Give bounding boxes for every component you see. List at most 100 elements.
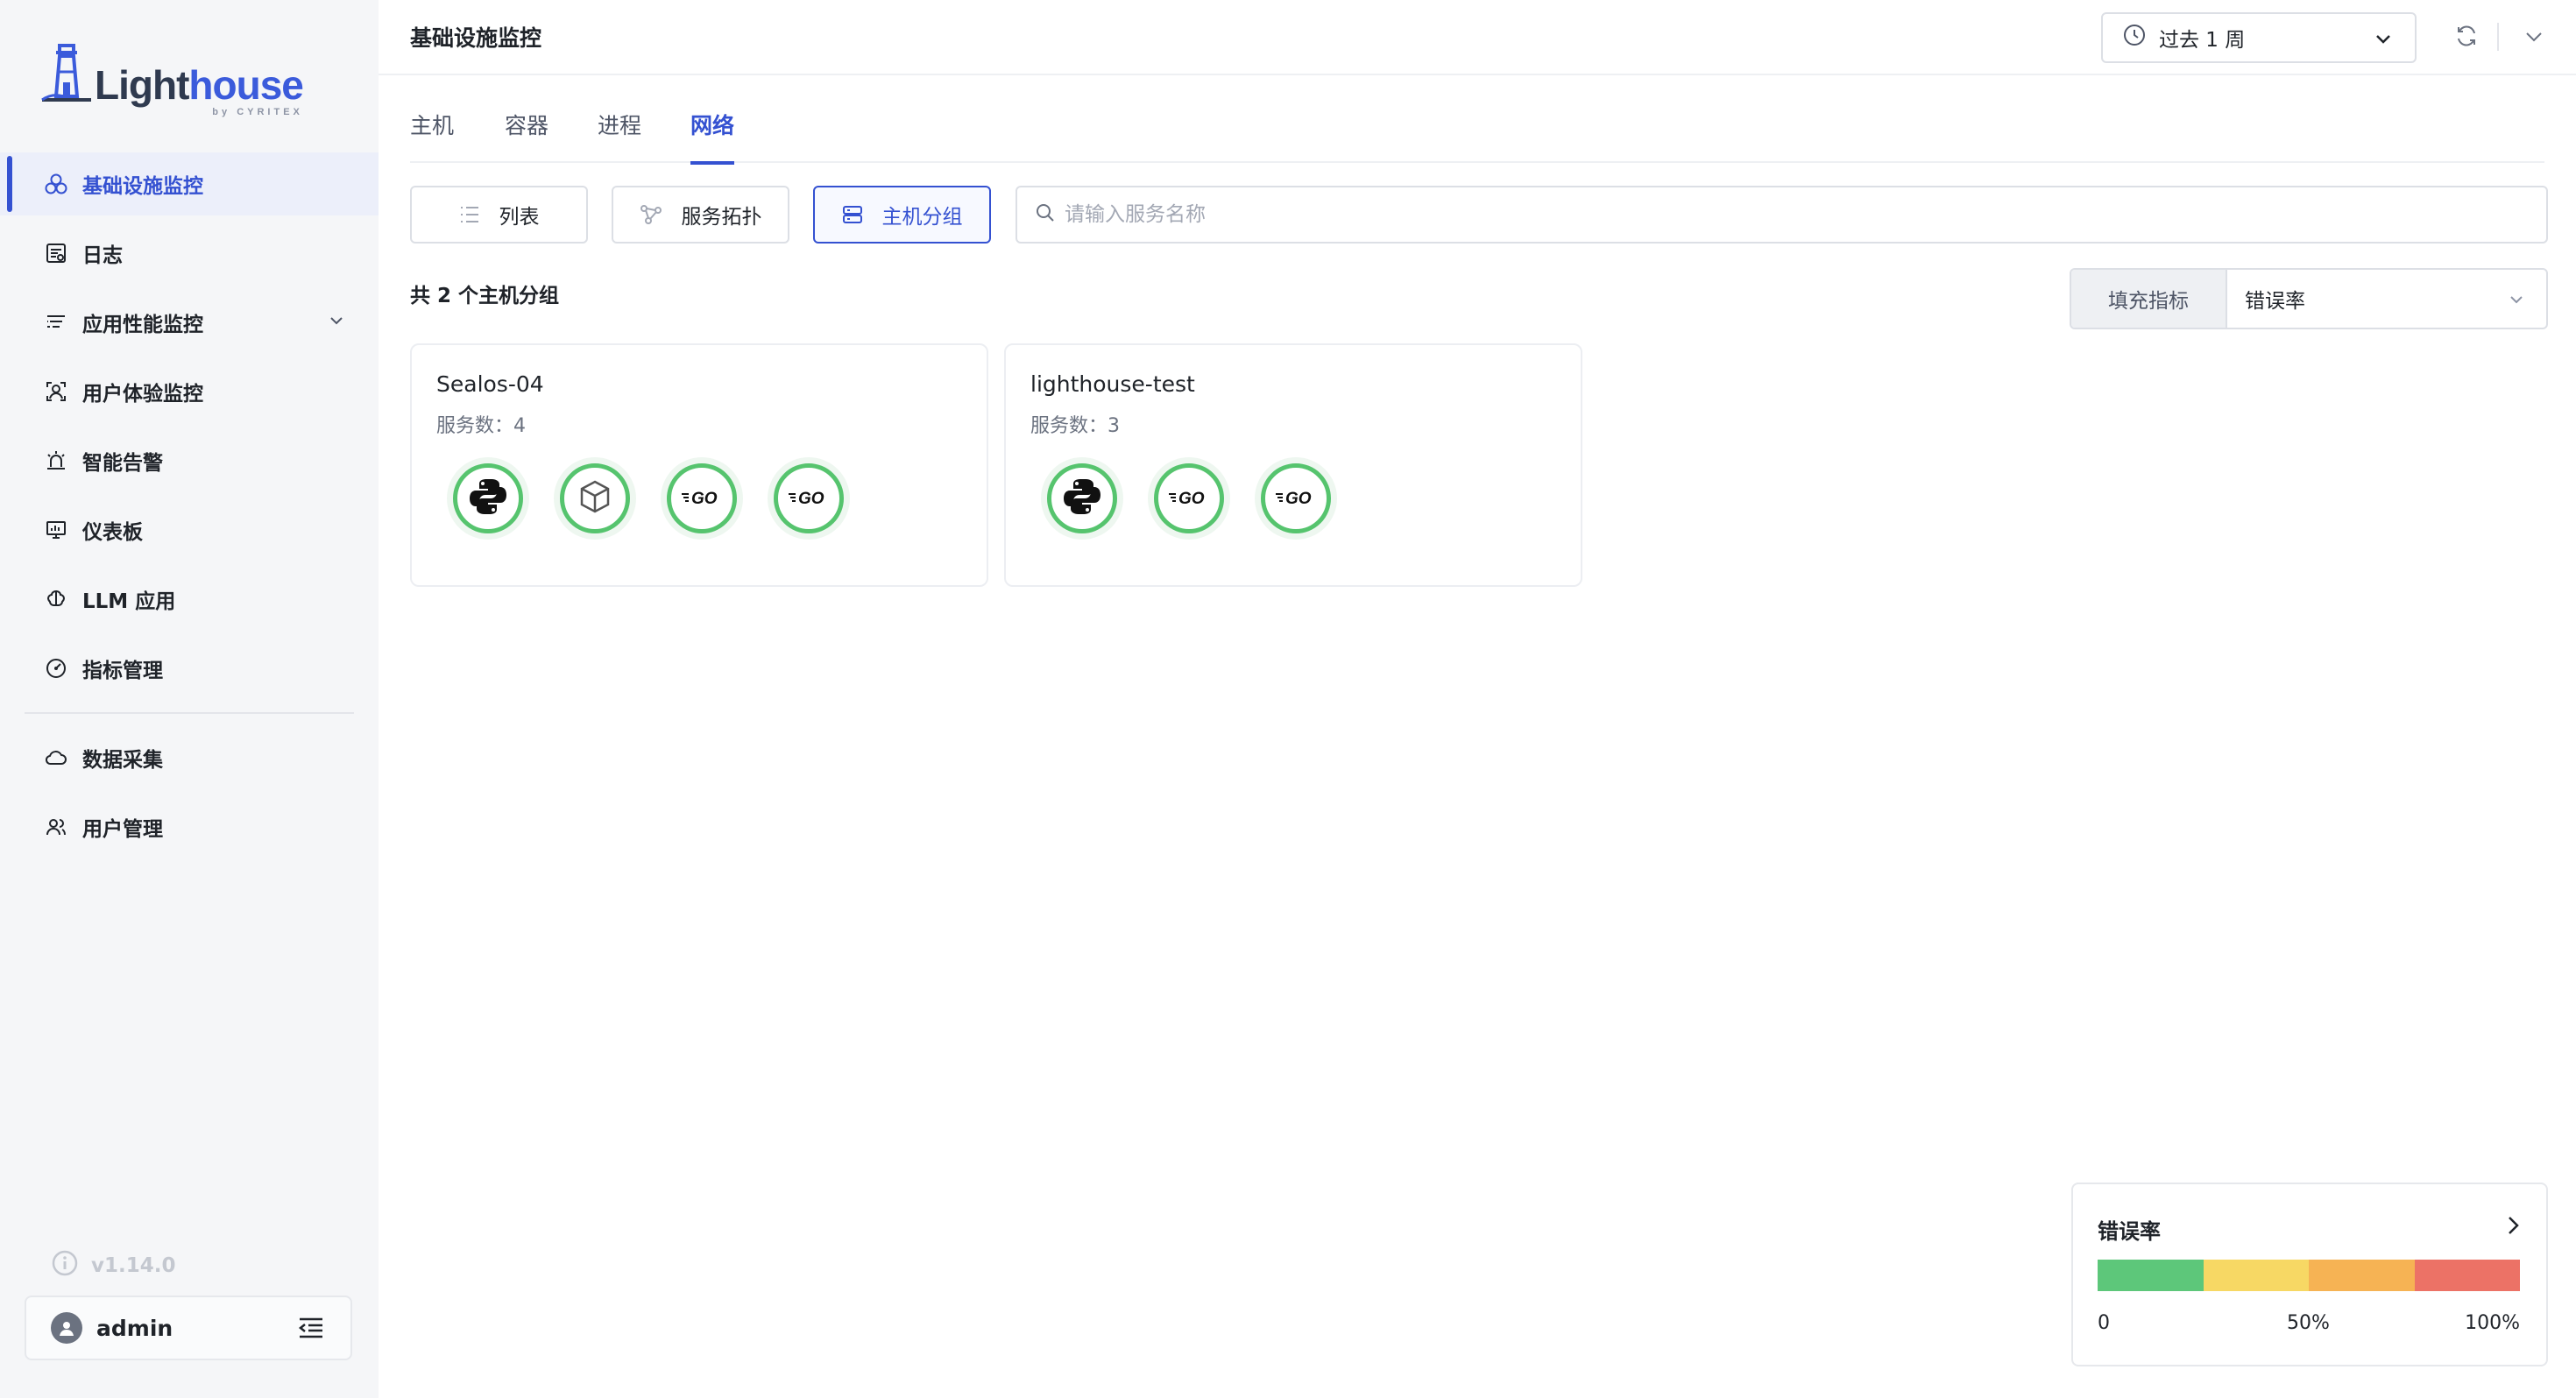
legend-segment bbox=[2203, 1260, 2309, 1291]
legend-segment bbox=[2414, 1260, 2520, 1291]
python-icon bbox=[1061, 476, 1103, 521]
chevron-down-icon[interactable] bbox=[328, 312, 345, 335]
go-icon: GO bbox=[680, 486, 724, 511]
log-icon bbox=[44, 241, 68, 265]
time-range-value: 过去 1 周 bbox=[2159, 29, 2246, 52]
sidebar-item-label: 仪表板 bbox=[82, 521, 143, 544]
host-group-view-button[interactable]: 主机分组 bbox=[813, 186, 991, 244]
llm-brain-icon bbox=[44, 587, 68, 611]
app-root: Lighthouse by CYRITEX 基础设施监控 日志 应用性能监控 用… bbox=[0, 0, 2576, 1398]
collapse-sidebar-icon[interactable] bbox=[298, 1317, 324, 1343]
service-search[interactable] bbox=[1016, 186, 2548, 244]
legend-tick-max: 100% bbox=[2465, 1312, 2520, 1334]
sidebar-item-infrastructure[interactable]: 基础设施监控 bbox=[0, 152, 379, 215]
legend-tick-mid: 50% bbox=[2287, 1312, 2330, 1334]
topology-view-label: 服务拓扑 bbox=[681, 206, 762, 229]
app-version: v1.14.0 bbox=[51, 1249, 175, 1282]
sidebar-item-data-collection[interactable]: 数据采集 bbox=[0, 726, 379, 789]
host-group-name: lighthouse-test bbox=[1030, 371, 1195, 397]
topbar: 基础设施监控 过去 1 周 bbox=[379, 0, 2576, 75]
host-group-name: Sealos-04 bbox=[436, 371, 544, 397]
sidebar-nav: 基础设施监控 日志 应用性能监控 用户体验监控 智能告警 仪表板 LLM 应用 … bbox=[0, 152, 379, 865]
sidebar-item-label: 数据采集 bbox=[82, 749, 163, 772]
sidebar-item-label: LLM 应用 bbox=[82, 590, 176, 613]
search-icon bbox=[1035, 202, 1056, 227]
service-node[interactable] bbox=[1041, 457, 1123, 540]
legend-ticks: 0 50% 100% bbox=[2098, 1312, 2520, 1338]
info-icon bbox=[51, 1249, 79, 1282]
service-node[interactable] bbox=[447, 457, 529, 540]
error-rate-legend: 错误率 0 50% 100% bbox=[2071, 1183, 2548, 1366]
alarm-icon bbox=[44, 448, 68, 473]
avatar bbox=[51, 1312, 82, 1344]
sidebar-item-label: 应用性能监控 bbox=[82, 314, 203, 336]
metrics-gauge-icon bbox=[44, 656, 68, 681]
clock-icon bbox=[2122, 23, 2147, 53]
legend-color-scale bbox=[2098, 1260, 2520, 1291]
go-icon: GO bbox=[1167, 486, 1211, 511]
service-count: 服务数：4 bbox=[436, 415, 526, 437]
nav-divider bbox=[25, 712, 354, 714]
service-node[interactable]: GO bbox=[1148, 457, 1230, 540]
lighthouse-logo[interactable]: Lighthouse by CYRITEX bbox=[39, 35, 304, 117]
toolbar-divider bbox=[2497, 23, 2499, 51]
tab-network[interactable]: 网络 bbox=[690, 109, 735, 165]
data-collection-icon bbox=[44, 745, 68, 770]
fill-metric-value: 错误率 bbox=[2245, 290, 2305, 313]
fill-metric-control: 填充指标 错误率 bbox=[2070, 268, 2548, 329]
chevron-down-icon[interactable] bbox=[2522, 25, 2546, 53]
logo-text-accent: house bbox=[188, 62, 303, 108]
service-node[interactable]: GO bbox=[1255, 457, 1337, 540]
sidebar-item-logs[interactable]: 日志 bbox=[0, 222, 379, 285]
sidebar-item-label: 用户体验监控 bbox=[82, 383, 203, 406]
tab-containers[interactable]: 容器 bbox=[505, 109, 548, 161]
user-menu[interactable]: admin bbox=[25, 1296, 352, 1360]
page-title: 基础设施监控 bbox=[410, 25, 542, 51]
go-icon: GO bbox=[787, 486, 831, 511]
sidebar-item-alerts[interactable]: 智能告警 bbox=[0, 429, 379, 492]
go-icon: GO bbox=[1274, 486, 1318, 511]
sidebar-item-label: 智能告警 bbox=[82, 452, 163, 475]
sidebar-item-dashboard[interactable]: 仪表板 bbox=[0, 498, 379, 561]
package-box-icon bbox=[577, 478, 613, 519]
sidebar-item-label: 指标管理 bbox=[82, 660, 163, 682]
host-group-card[interactable]: Sealos-04 服务数：4 GO GO bbox=[410, 343, 988, 587]
sidebar-item-metrics[interactable]: 指标管理 bbox=[0, 637, 379, 700]
host-group-view-label: 主机分组 bbox=[881, 206, 963, 229]
svg-text:GO: GO bbox=[798, 490, 824, 507]
refresh-icon[interactable] bbox=[2453, 23, 2480, 53]
lighthouse-logo-icon bbox=[41, 44, 91, 102]
sidebar-item-label: 用户管理 bbox=[82, 818, 163, 841]
svg-text:GO: GO bbox=[1178, 490, 1205, 507]
dashboard-icon bbox=[44, 518, 68, 542]
chevron-down-icon bbox=[2508, 291, 2525, 314]
sidebar-item-label: 日志 bbox=[82, 244, 123, 267]
sidebar-item-user-management[interactable]: 用户管理 bbox=[0, 795, 379, 858]
search-input[interactable] bbox=[1065, 203, 2466, 226]
server-group-icon bbox=[842, 204, 863, 225]
user-name: admin bbox=[96, 1315, 173, 1341]
chevron-right-icon[interactable] bbox=[2502, 1214, 2523, 1240]
sidebar-item-llm[interactable]: LLM 应用 bbox=[0, 568, 379, 631]
chevron-down-icon bbox=[2373, 28, 2394, 54]
tab-bar: 主机 容器 进程 网络 bbox=[410, 88, 2544, 165]
host-group-card[interactable]: lighthouse-test 服务数：3 GO GO bbox=[1004, 343, 1582, 587]
sidebar: Lighthouse by CYRITEX 基础设施监控 日志 应用性能监控 用… bbox=[0, 0, 379, 1398]
logo-text-main: Light bbox=[95, 62, 189, 108]
service-node[interactable] bbox=[554, 457, 636, 540]
service-node[interactable]: GO bbox=[768, 457, 850, 540]
list-view-button[interactable]: 列表 bbox=[410, 186, 588, 244]
group-count: 共 2 个主机分组 bbox=[410, 285, 560, 307]
fill-metric-select[interactable]: 错误率 bbox=[2227, 270, 2546, 328]
service-node[interactable]: GO bbox=[661, 457, 743, 540]
sidebar-item-apm[interactable]: 应用性能监控 bbox=[0, 291, 379, 354]
tab-hosts[interactable]: 主机 bbox=[410, 109, 454, 161]
tab-processes[interactable]: 进程 bbox=[598, 109, 641, 161]
legend-segment bbox=[2098, 1260, 2204, 1291]
legend-title: 错误率 bbox=[2098, 1219, 2161, 1244]
sidebar-item-user-experience[interactable]: 用户体验监控 bbox=[0, 360, 379, 423]
topology-view-button[interactable]: 服务拓扑 bbox=[612, 186, 789, 244]
infrastructure-icon bbox=[44, 172, 68, 196]
time-range-select[interactable]: 过去 1 周 bbox=[2101, 12, 2417, 63]
user-management-icon bbox=[44, 815, 68, 839]
